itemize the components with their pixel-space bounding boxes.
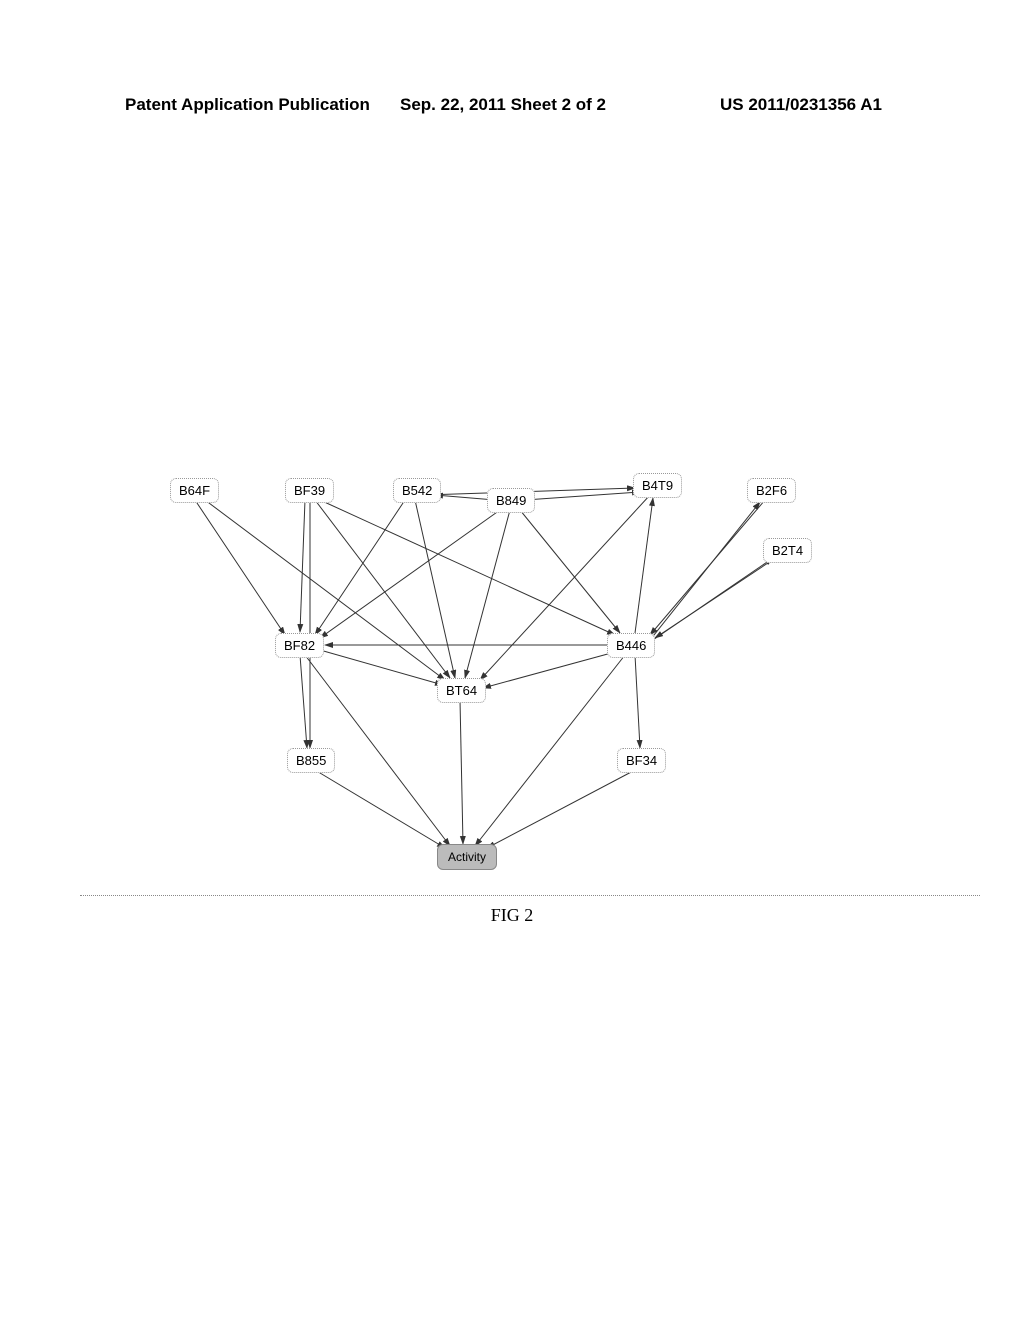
diagram-edges [125, 470, 875, 900]
node-B2T4: B2T4 [763, 538, 812, 563]
node-B446: B446 [607, 633, 655, 658]
diagram: B64F BF39 B542 B849 B4T9 B2F6 B2T4 BF82 … [125, 470, 875, 900]
node-BT64: BT64 [437, 678, 486, 703]
node-BF39: BF39 [285, 478, 334, 503]
figure-label: FIG 2 [0, 905, 1024, 926]
node-B2F6: B2F6 [747, 478, 796, 503]
node-B4T9: B4T9 [633, 473, 682, 498]
node-BF82: BF82 [275, 633, 324, 658]
header-patent-number: US 2011/0231356 A1 [720, 95, 882, 115]
node-B542: B542 [393, 478, 441, 503]
separator-line [80, 895, 980, 896]
node-B849: B849 [487, 488, 535, 513]
header-publication: Patent Application Publication [125, 95, 370, 115]
node-Activity: Activity [437, 844, 497, 870]
node-BF34: BF34 [617, 748, 666, 773]
node-B64F: B64F [170, 478, 219, 503]
node-B855: B855 [287, 748, 335, 773]
header-date-sheet: Sep. 22, 2011 Sheet 2 of 2 [400, 95, 606, 115]
